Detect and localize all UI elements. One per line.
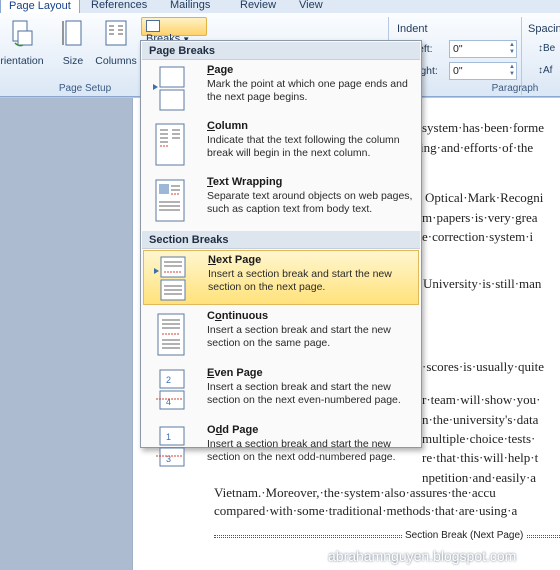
columns-button[interactable]: Columns <box>94 19 138 67</box>
page-break-icon <box>153 66 185 111</box>
spacing-before-label: ↕Be <box>538 43 556 54</box>
spinner-icon[interactable]: ▲ ▼ <box>509 42 515 56</box>
odd-page-break-icon: 13 <box>156 426 185 467</box>
doc-line: Optical·Mark·Recogni <box>425 190 544 205</box>
even-page-break-icon: 24 <box>156 369 185 410</box>
menu-item-even-page-break[interactable]: 24 Even Page Insert a section break and … <box>143 364 419 419</box>
page-breaks-header: Page Breaks <box>142 42 420 60</box>
menu-item-next-page-break[interactable]: Next Page Insert a section break and sta… <box>143 250 419 305</box>
next-page-break-icon <box>154 256 186 301</box>
orientation-button[interactable]: rientation <box>0 19 50 67</box>
indent-left-input[interactable]: 0" ▲ ▼ <box>449 40 517 58</box>
doc-line: e·correction·system·i <box>422 229 534 244</box>
menu-item-column-break[interactable]: Column Indicate that the text following … <box>143 117 419 172</box>
page-setup-group-label: Page Setup <box>58 83 112 94</box>
paragraph-group-label: Paragraph <box>491 83 539 94</box>
breaks-icon <box>146 20 160 32</box>
doc-line: m·papers·is·very·grea <box>422 210 538 225</box>
spacing-label: Spacin <box>528 23 560 35</box>
doc-line: ·scores·is·usually·quite <box>422 359 545 374</box>
tab-page-layout[interactable]: Page Layout <box>0 0 80 13</box>
doc-line: ing·and·efforts·of·the <box>420 140 534 155</box>
menu-item-continuous-break[interactable]: Continuous Insert a section break and st… <box>143 307 419 362</box>
svg-text:1: 1 <box>166 432 171 442</box>
size-icon <box>62 20 82 46</box>
continuous-break-icon <box>157 313 185 356</box>
doc-line: University·is·still·man <box>423 276 542 291</box>
spinner-icon[interactable]: ▲ ▼ <box>509 64 515 78</box>
indent-label: Indent <box>397 23 428 35</box>
section-breaks-header: Section Breaks <box>142 231 420 249</box>
size-button[interactable]: Size <box>58 19 88 67</box>
breaks-menu: Page Breaks Page Mark the point at which… <box>140 40 422 467</box>
section-break-label: Section Break (Next Page) <box>402 530 527 541</box>
doc-line: compared·with·some·traditional·methods·t… <box>214 503 518 518</box>
tab-view[interactable]: View <box>291 0 331 13</box>
spacing-after-label: ↕Af <box>538 65 553 76</box>
doc-line: r·team·will·show·you· <box>422 392 541 407</box>
tab-mailings[interactable]: Mailings <box>162 0 218 13</box>
ribbon-tabs: Page Layout References Mailings Review V… <box>0 0 560 13</box>
menu-item-odd-page-break[interactable]: 13 Odd Page Insert a section break and s… <box>143 421 419 476</box>
doc-line: system·has·been·forme <box>422 120 545 135</box>
orientation-icon <box>12 20 33 47</box>
columns-icon <box>105 20 127 46</box>
menu-item-text-wrapping-break[interactable]: Text Wrapping Separate text around objec… <box>143 173 419 228</box>
tab-references[interactable]: References <box>83 0 155 13</box>
menu-item-page-break[interactable]: Page Mark the point at which one page en… <box>143 61 419 116</box>
doc-line: multiple·choice·tests· <box>422 431 536 446</box>
indent-right-input[interactable]: 0" ▲ ▼ <box>449 62 517 80</box>
svg-text:2: 2 <box>166 375 171 385</box>
doc-line: n·the·university's·data <box>422 412 539 427</box>
breaks-button[interactable]: Breaks▼ <box>141 17 207 45</box>
watermark: abrahamnguyen.blogspot.com <box>328 548 517 564</box>
doc-line: re·that·this·will·help·t <box>422 450 539 465</box>
column-break-icon <box>155 123 185 166</box>
doc-line: Vietnam.·Moreover,·the·system·also·assur… <box>214 485 496 500</box>
text-wrapping-break-icon <box>155 179 185 222</box>
doc-line: npetition·and·easily·a <box>422 470 537 485</box>
tab-review[interactable]: Review <box>232 0 284 13</box>
